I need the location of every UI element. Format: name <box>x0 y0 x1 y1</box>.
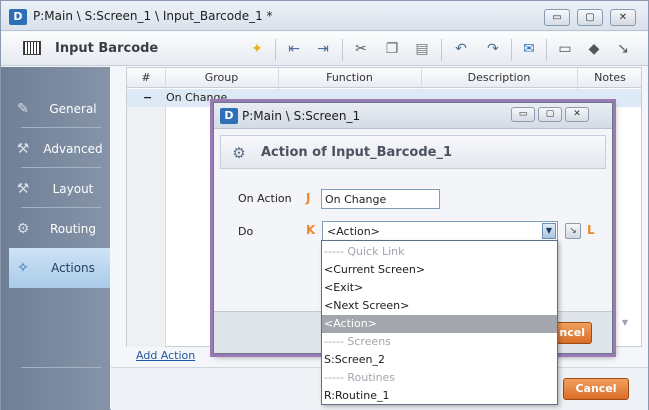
dropdown-option[interactable]: <Current Screen> <box>322 261 557 279</box>
toolbar-separator <box>342 39 343 61</box>
dialog-header: ⚙ Action of Input_Barcode_1 <box>220 135 606 169</box>
layout-icon: ⚒ <box>16 181 30 197</box>
barcode-icon <box>23 41 41 55</box>
dialog-title-bar: D P:Main \ S:Screen_1 ▭ ▢ ✕ <box>214 103 612 129</box>
sidebar-item-label: Advanced <box>43 142 103 156</box>
table-header: # Group Function Description Notes <box>127 68 641 88</box>
toolbar-separator <box>546 39 547 61</box>
tag-icon[interactable]: ◆ <box>584 39 604 59</box>
dialog-title: P:Main \ S:Screen_1 <box>242 109 361 123</box>
dropdown-group-header: ----- Screens <box>324 335 391 348</box>
undo-icon[interactable]: ↶ <box>451 39 471 59</box>
dropdown-option[interactable]: S:Screen_2 <box>322 351 557 369</box>
copy-icon[interactable]: ❐ <box>382 39 402 59</box>
sidebar: ✎ General ⚒ Advanced ⚒ Layout ⚙ Routing … <box>1 67 110 410</box>
do-key-badge: K <box>306 223 316 237</box>
sidebar-item-actions[interactable]: ✧ Actions <box>9 248 110 288</box>
do-dropdown-list: ----- Quick Link <Current Screen> <Exit>… <box>321 240 558 405</box>
toolbar-separator <box>511 39 512 61</box>
do-label: Do <box>238 225 254 238</box>
lightbulb-icon[interactable]: ✦ <box>247 39 267 59</box>
column-divider <box>165 68 166 348</box>
on-action-key-badge: J <box>306 191 311 205</box>
dialog-heading: Action of Input_Barcode_1 <box>261 145 453 160</box>
indent-icon[interactable]: ⇥ <box>313 39 333 59</box>
column-header-notes[interactable]: Notes <box>577 71 643 84</box>
comment-icon[interactable]: ✉ <box>519 39 539 59</box>
dropdown-option[interactable]: <Exit> <box>322 279 557 297</box>
sidebar-item-label: Actions <box>51 261 95 275</box>
sidebar-separator <box>21 167 101 168</box>
app-logo-icon: D <box>220 108 238 124</box>
maximize-icon: ▢ <box>585 12 595 23</box>
actions-icon: ✧ <box>17 260 29 276</box>
goto-icon: ↘ <box>569 226 577 236</box>
do-select[interactable]: <Action> ▼ <box>322 221 558 241</box>
minimize-button[interactable]: ▭ <box>544 9 570 26</box>
column-header-number[interactable]: # <box>127 71 165 84</box>
minimize-icon: ▭ <box>518 109 528 119</box>
scroll-down-icon[interactable]: ▼ <box>620 318 630 336</box>
cancel-button[interactable]: Cancel <box>563 378 629 400</box>
dialog-close-button[interactable]: ✕ <box>565 107 589 122</box>
minimize-icon: ▭ <box>552 12 562 23</box>
dialog-maximize-button[interactable]: ▢ <box>538 107 562 122</box>
toolbar: Input Barcode ✦ ⇤ ⇥ ✂ ❐ ▤ ↶ ↷ ✉ ▭ ◆ ↘ <box>1 32 648 66</box>
sidebar-separator <box>21 127 101 128</box>
collapse-icon[interactable]: − <box>143 91 152 104</box>
toolbar-title: Input Barcode <box>55 41 159 56</box>
row-number-column <box>127 89 165 347</box>
on-action-label: On Action <box>238 192 292 205</box>
maximize-icon: ▢ <box>545 109 555 119</box>
dropdown-option-selected[interactable]: <Action> <box>322 315 557 333</box>
title-bar: D P:Main \ S:Screen_1 \ Input_Barcode_1 … <box>1 1 648 31</box>
advanced-icon: ⚒ <box>16 141 30 157</box>
column-header-function[interactable]: Function <box>278 71 421 84</box>
goto-target-button[interactable]: ↘ <box>565 223 581 239</box>
sidebar-separator <box>21 207 101 208</box>
sidebar-item-layout[interactable]: ⚒ Layout <box>9 169 110 209</box>
app-logo-icon: D <box>9 9 27 25</box>
goto-key-badge: L <box>587 223 595 237</box>
chevron-down-icon: ▼ <box>545 226 553 235</box>
routing-icon: ⚙ <box>16 221 30 237</box>
sidebar-item-general[interactable]: ✎ General <box>9 89 110 129</box>
on-action-input[interactable] <box>321 189 440 209</box>
general-icon: ✎ <box>17 101 29 117</box>
sidebar-item-advanced[interactable]: ⚒ Advanced <box>9 129 110 169</box>
outdent-icon[interactable]: ⇤ <box>284 39 304 59</box>
dialog-minimize-button[interactable]: ▭ <box>511 107 535 122</box>
column-header-description[interactable]: Description <box>421 71 577 84</box>
add-action-link[interactable]: Add Action <box>136 349 195 362</box>
sidebar-item-label: Routing <box>49 222 96 236</box>
dropdown-option[interactable]: R:Routine_1 <box>322 387 557 405</box>
paste-icon[interactable]: ▤ <box>412 39 432 59</box>
toolbar-separator <box>275 39 276 61</box>
dropdown-option[interactable]: <Next Screen> <box>322 297 557 315</box>
sidebar-separator <box>21 367 101 368</box>
close-button[interactable]: ✕ <box>610 9 636 26</box>
window-title: P:Main \ S:Screen_1 \ Input_Barcode_1 * <box>33 9 273 23</box>
sidebar-item-label: General <box>49 102 97 116</box>
maximize-button[interactable]: ▢ <box>577 9 603 26</box>
dropdown-group-header: ----- Routines <box>324 371 396 384</box>
goto-icon[interactable]: ↘ <box>613 39 633 59</box>
column-header-group[interactable]: Group <box>165 71 278 84</box>
toolbar-separator <box>441 39 442 61</box>
dropdown-button[interactable]: ▼ <box>542 223 556 239</box>
sidebar-item-label: Layout <box>52 182 94 196</box>
dropdown-group-header: ----- Quick Link <box>324 245 405 258</box>
sidebar-item-routing[interactable]: ⚙ Routing <box>9 209 110 249</box>
cut-icon[interactable]: ✂ <box>351 39 371 59</box>
close-icon: ✕ <box>573 109 581 119</box>
note-icon[interactable]: ▭ <box>555 39 575 59</box>
do-select-value: <Action> <box>327 225 380 238</box>
close-icon: ✕ <box>618 12 628 23</box>
redo-icon[interactable]: ↷ <box>483 39 503 59</box>
gear-icon: ⚙ <box>232 144 246 162</box>
